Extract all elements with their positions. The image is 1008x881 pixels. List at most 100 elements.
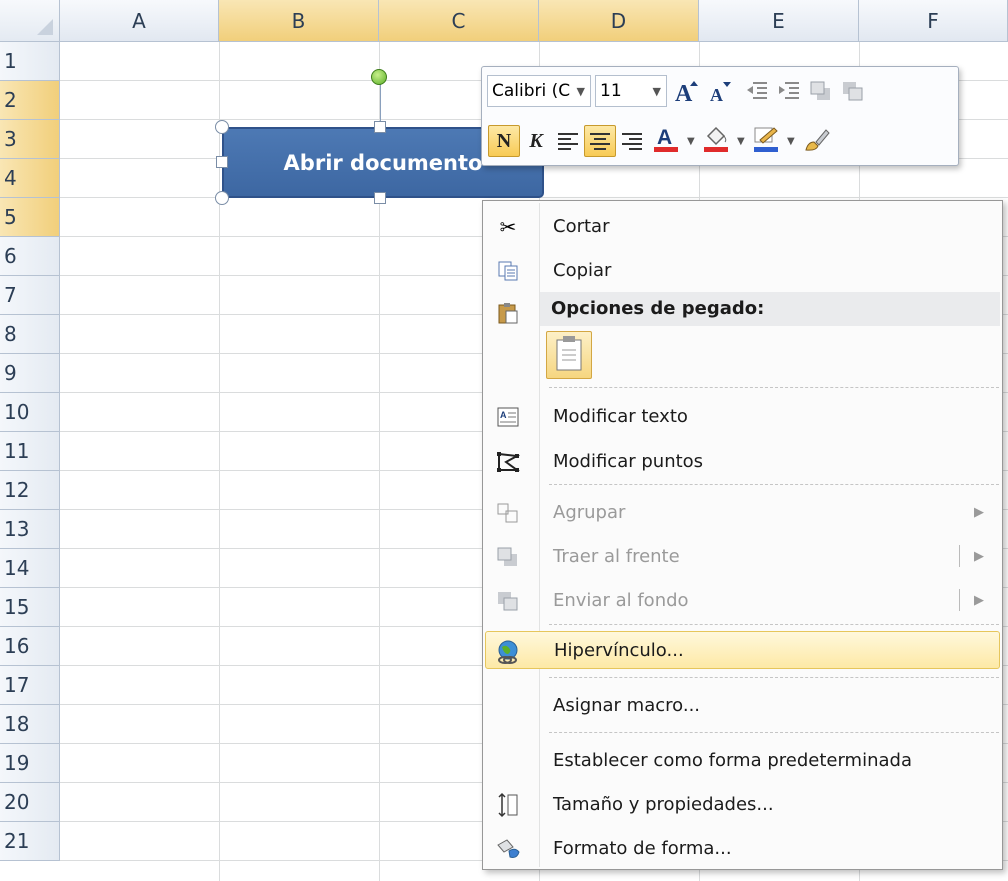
grow-font-button[interactable]: A <box>671 75 703 107</box>
font-name-select[interactable]: Calibri (C ▼ <box>487 75 591 107</box>
font-size-value: 11 <box>600 81 622 101</box>
line-color-button[interactable] <box>750 123 782 155</box>
row-header-19[interactable]: 19 <box>0 744 60 783</box>
size-properties-icon <box>495 792 521 818</box>
bring-forward-button[interactable] <box>805 75 837 107</box>
format-painter-button[interactable] <box>800 123 832 155</box>
row-header-2[interactable]: 2 <box>0 81 60 120</box>
paste-options-header: Opciones de pegado: <box>540 292 1000 326</box>
shape-text: Abrir documento <box>283 150 483 175</box>
column-header-e[interactable]: E <box>699 0 859 42</box>
menu-item-assign-macro[interactable]: Asignar macro... <box>485 686 1000 724</box>
menu-item-bring-to-front[interactable]: Traer al frente ▶ <box>485 537 1000 575</box>
row-header-15[interactable]: 15 <box>0 588 60 627</box>
row-header-21[interactable]: 21 <box>0 822 60 861</box>
select-all-corner[interactable] <box>0 0 60 42</box>
decrease-indent-button[interactable] <box>741 75 773 107</box>
menu-item-group-label: Agrupar <box>553 501 626 523</box>
font-name-value: Calibri (C <box>492 81 571 101</box>
column-header-a[interactable]: A <box>60 0 219 42</box>
menu-item-format-shape[interactable]: Formato de forma... <box>485 829 1000 867</box>
menu-item-set-default-shape-label: Establecer como forma predeterminada <box>553 749 912 771</box>
menu-item-cut[interactable]: ✂ Cortar <box>485 207 1000 245</box>
row-header-16[interactable]: 16 <box>0 627 60 666</box>
menu-item-hyperlink[interactable]: Hipervínculo... <box>485 631 1000 669</box>
row-header-7[interactable]: 7 <box>0 276 60 315</box>
menu-item-group[interactable]: Agrupar ▶ <box>485 493 1000 531</box>
row-header-5[interactable]: 5 <box>0 198 60 237</box>
column-header-f[interactable]: F <box>859 0 1008 42</box>
row-header-3[interactable]: 3 <box>0 120 60 159</box>
resize-handle-bottom-left[interactable] <box>215 191 229 205</box>
send-backward-button[interactable] <box>837 75 869 107</box>
menu-item-hyperlink-label: Hipervínculo... <box>554 639 684 661</box>
font-color-icon: A <box>654 126 678 152</box>
edit-text-icon: A <box>495 404 521 430</box>
shrink-font-icon: A <box>710 82 731 105</box>
pencil-icon <box>754 127 778 152</box>
menu-item-edit-points[interactable]: Modificar puntos <box>485 442 1000 480</box>
scissors-icon: ✂ <box>499 215 517 239</box>
row-header-1[interactable]: 1 <box>0 42 60 81</box>
menu-separator <box>549 732 999 733</box>
submenu-arrow-icon: ▶ <box>974 592 984 608</box>
menu-item-send-to-back[interactable]: Enviar al fondo ▶ <box>485 581 1000 619</box>
menu-item-cut-label: Cortar <box>553 215 610 237</box>
chevron-down-icon: ▼ <box>576 85 585 98</box>
fill-color-button[interactable] <box>700 123 732 155</box>
row-header-17[interactable]: 17 <box>0 666 60 705</box>
menu-item-edit-text-label: Modificar texto <box>553 405 688 427</box>
column-header-b[interactable]: B <box>219 0 379 42</box>
italic-button[interactable]: K <box>520 125 552 157</box>
row-header-10[interactable]: 10 <box>0 393 60 432</box>
row-header-18[interactable]: 18 <box>0 705 60 744</box>
font-color-button[interactable]: A <box>650 123 682 155</box>
row-header-9[interactable]: 9 <box>0 354 60 393</box>
resize-handle-bottom[interactable] <box>374 192 386 204</box>
font-color-dropdown-icon[interactable]: ▼ <box>687 136 695 147</box>
menu-item-format-shape-label: Formato de forma... <box>553 837 732 859</box>
bold-button[interactable]: N <box>488 125 520 157</box>
rotation-handle[interactable] <box>371 69 387 85</box>
send-to-back-icon <box>495 588 521 614</box>
row-header-14[interactable]: 14 <box>0 549 60 588</box>
menu-item-copy[interactable]: Copiar <box>485 251 1000 289</box>
row-header-4[interactable]: 4 <box>0 159 60 198</box>
font-size-select[interactable]: 11 ▼ <box>595 75 667 107</box>
row-header-13[interactable]: 13 <box>0 510 60 549</box>
align-right-button[interactable] <box>616 125 648 157</box>
paste-keep-source-button[interactable] <box>546 331 592 379</box>
line-color-dropdown-icon[interactable]: ▼ <box>787 136 795 147</box>
align-center-button[interactable] <box>584 125 616 157</box>
column-header-c[interactable]: C <box>379 0 539 42</box>
menu-item-size-properties[interactable]: Tamaño y propiedades... <box>485 785 1000 823</box>
align-right-icon <box>622 133 642 150</box>
menu-item-edit-text[interactable]: A Modificar texto <box>485 397 1000 435</box>
bring-to-front-icon <box>495 544 521 570</box>
context-menu: ✂ Cortar Copiar Opciones de pegado: A Mo… <box>482 200 1003 870</box>
resize-handle-top[interactable] <box>374 121 386 133</box>
shrink-font-button[interactable]: A <box>703 75 735 107</box>
submenu-arrow-icon: ▶ <box>974 504 984 520</box>
row-header-12[interactable]: 12 <box>0 471 60 510</box>
split-divider <box>959 589 960 611</box>
row-header-6[interactable]: 6 <box>0 237 60 276</box>
bring-forward-icon <box>810 81 830 100</box>
menu-separator <box>549 484 999 485</box>
column-header-d[interactable]: D <box>539 0 699 42</box>
decrease-indent-icon <box>747 82 767 99</box>
menu-item-size-properties-label: Tamaño y propiedades... <box>553 793 774 815</box>
resize-handle-top-left[interactable] <box>215 120 229 134</box>
menu-separator <box>549 387 999 388</box>
fill-color-dropdown-icon[interactable]: ▼ <box>737 136 745 147</box>
align-left-button[interactable] <box>552 125 584 157</box>
row-header-8[interactable]: 8 <box>0 315 60 354</box>
increase-indent-button[interactable] <box>773 75 805 107</box>
row-header-20[interactable]: 20 <box>0 783 60 822</box>
svg-text:A: A <box>657 126 672 149</box>
row-header-11[interactable]: 11 <box>0 432 60 471</box>
menu-item-set-default-shape[interactable]: Establecer como forma predeterminada <box>485 741 1000 779</box>
menu-item-edit-points-label: Modificar puntos <box>553 450 704 472</box>
group-icon <box>495 500 521 526</box>
resize-handle-left[interactable] <box>216 156 228 168</box>
